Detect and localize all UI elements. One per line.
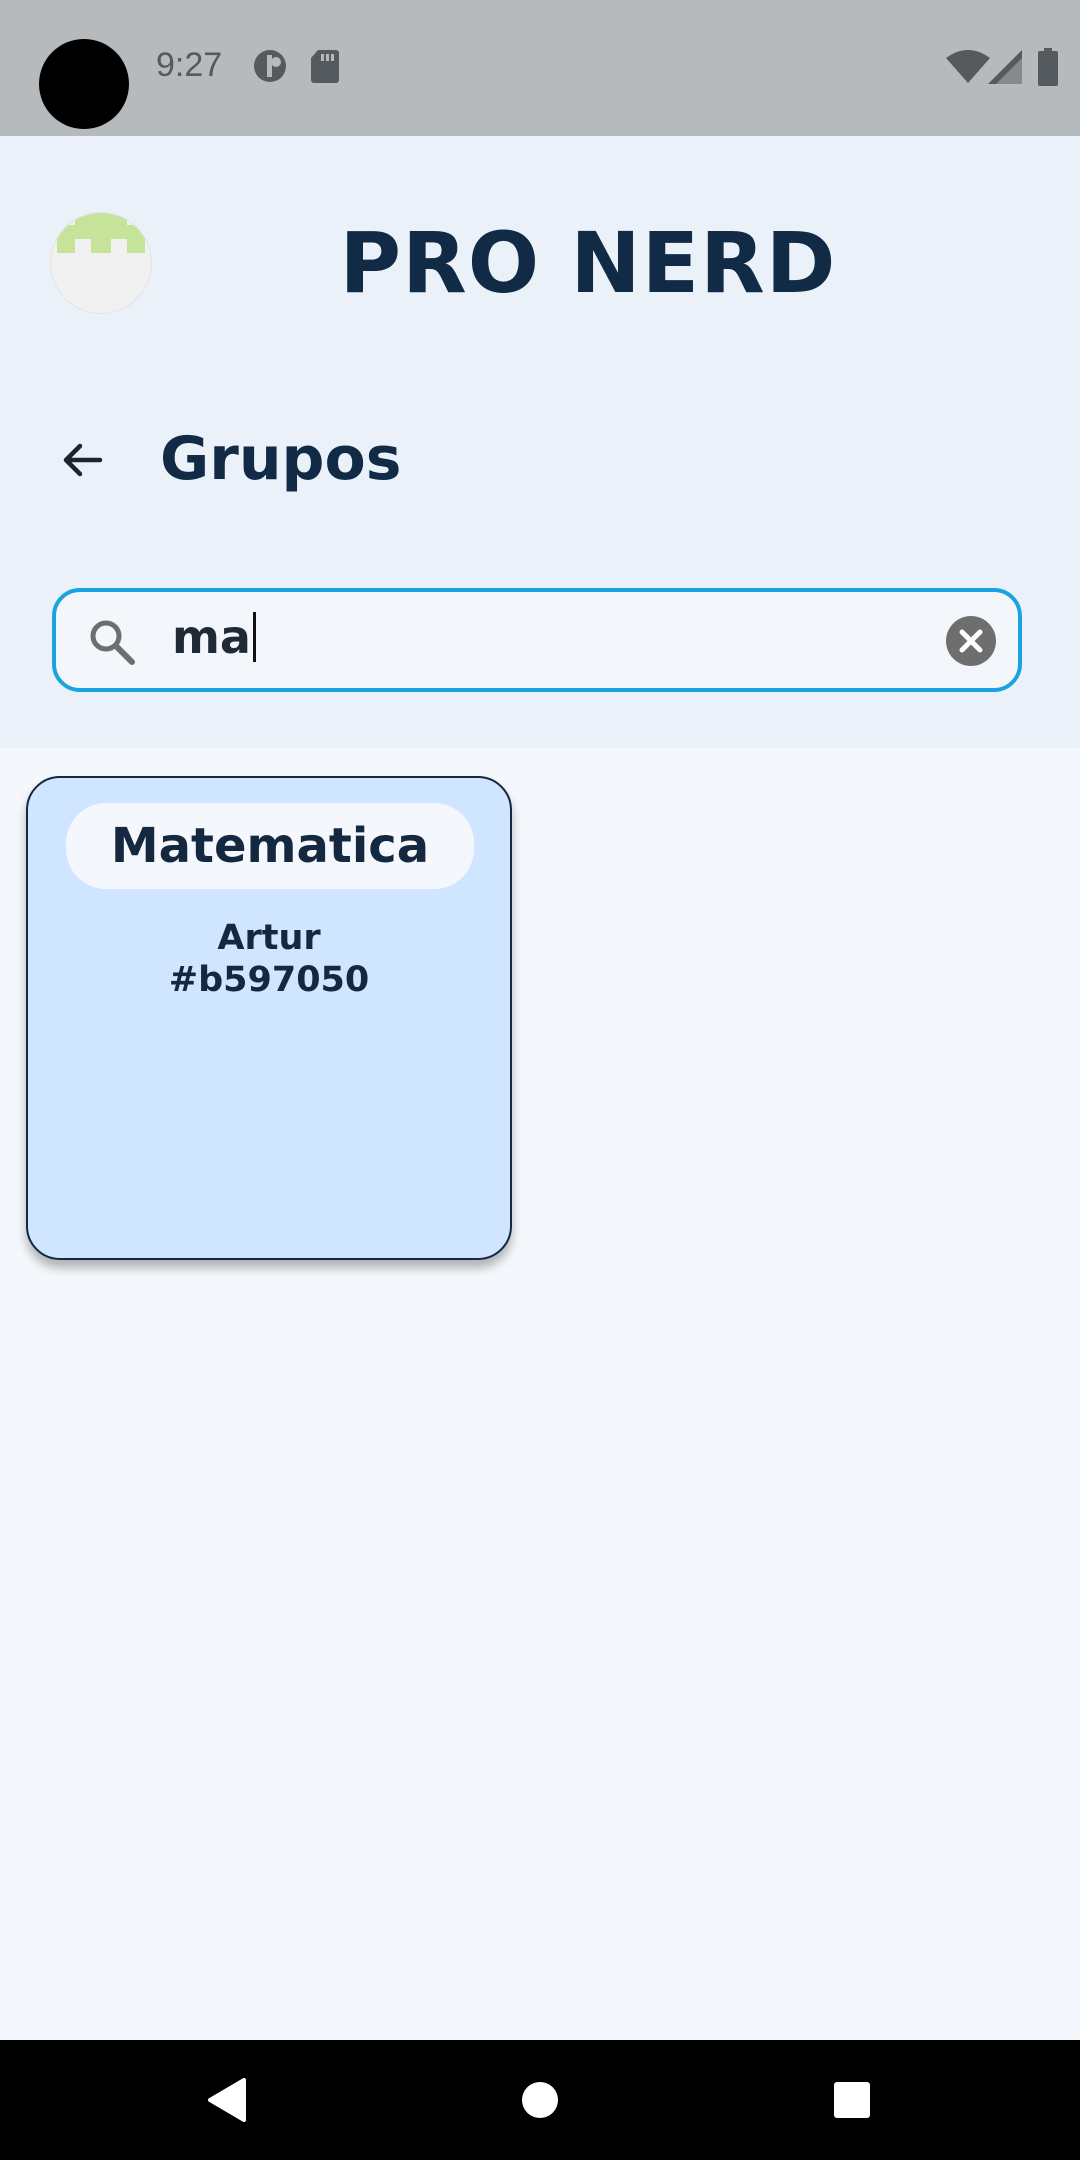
search-icon: [90, 620, 135, 665]
status-bar: 9:27: [0, 0, 1080, 136]
system-navigation-bar: [0, 2040, 1080, 2160]
nav-back-button[interactable]: [194, 2068, 258, 2132]
square-recents-icon: [834, 2082, 870, 2118]
nav-home-button[interactable]: [508, 2068, 572, 2132]
privacy-icon: [254, 50, 286, 82]
page-title: Grupos: [160, 424, 402, 494]
wifi-icon: [946, 50, 990, 83]
app-title: PRO NERD: [0, 214, 1080, 312]
circle-home-icon: [522, 2082, 558, 2118]
camera-cutout: [39, 39, 129, 129]
app-title-text: PRO NERD: [339, 214, 837, 312]
group-card[interactable]: Matematica Artur #b597050: [26, 776, 512, 1260]
battery-icon: [1038, 48, 1058, 86]
back-button[interactable]: [50, 428, 114, 492]
group-owner: Artur: [217, 918, 321, 958]
nav-recents-button[interactable]: [820, 2068, 884, 2132]
triangle-back-icon: [208, 2078, 246, 2122]
search-input-value: ma: [172, 610, 251, 664]
clear-search-button[interactable]: [946, 616, 996, 666]
group-name: Matematica: [66, 803, 474, 889]
search-input[interactable]: ma: [172, 610, 256, 666]
sd-card-icon: [311, 50, 339, 83]
search-field[interactable]: ma: [52, 588, 1022, 692]
text-cursor: [252, 611, 256, 662]
cellular-signal-icon: [988, 50, 1022, 84]
status-time: 9:27: [156, 46, 223, 84]
clear-circle-icon: [959, 629, 983, 653]
arrow-left-icon: [63, 443, 103, 477]
group-code: #b597050: [168, 960, 370, 1000]
